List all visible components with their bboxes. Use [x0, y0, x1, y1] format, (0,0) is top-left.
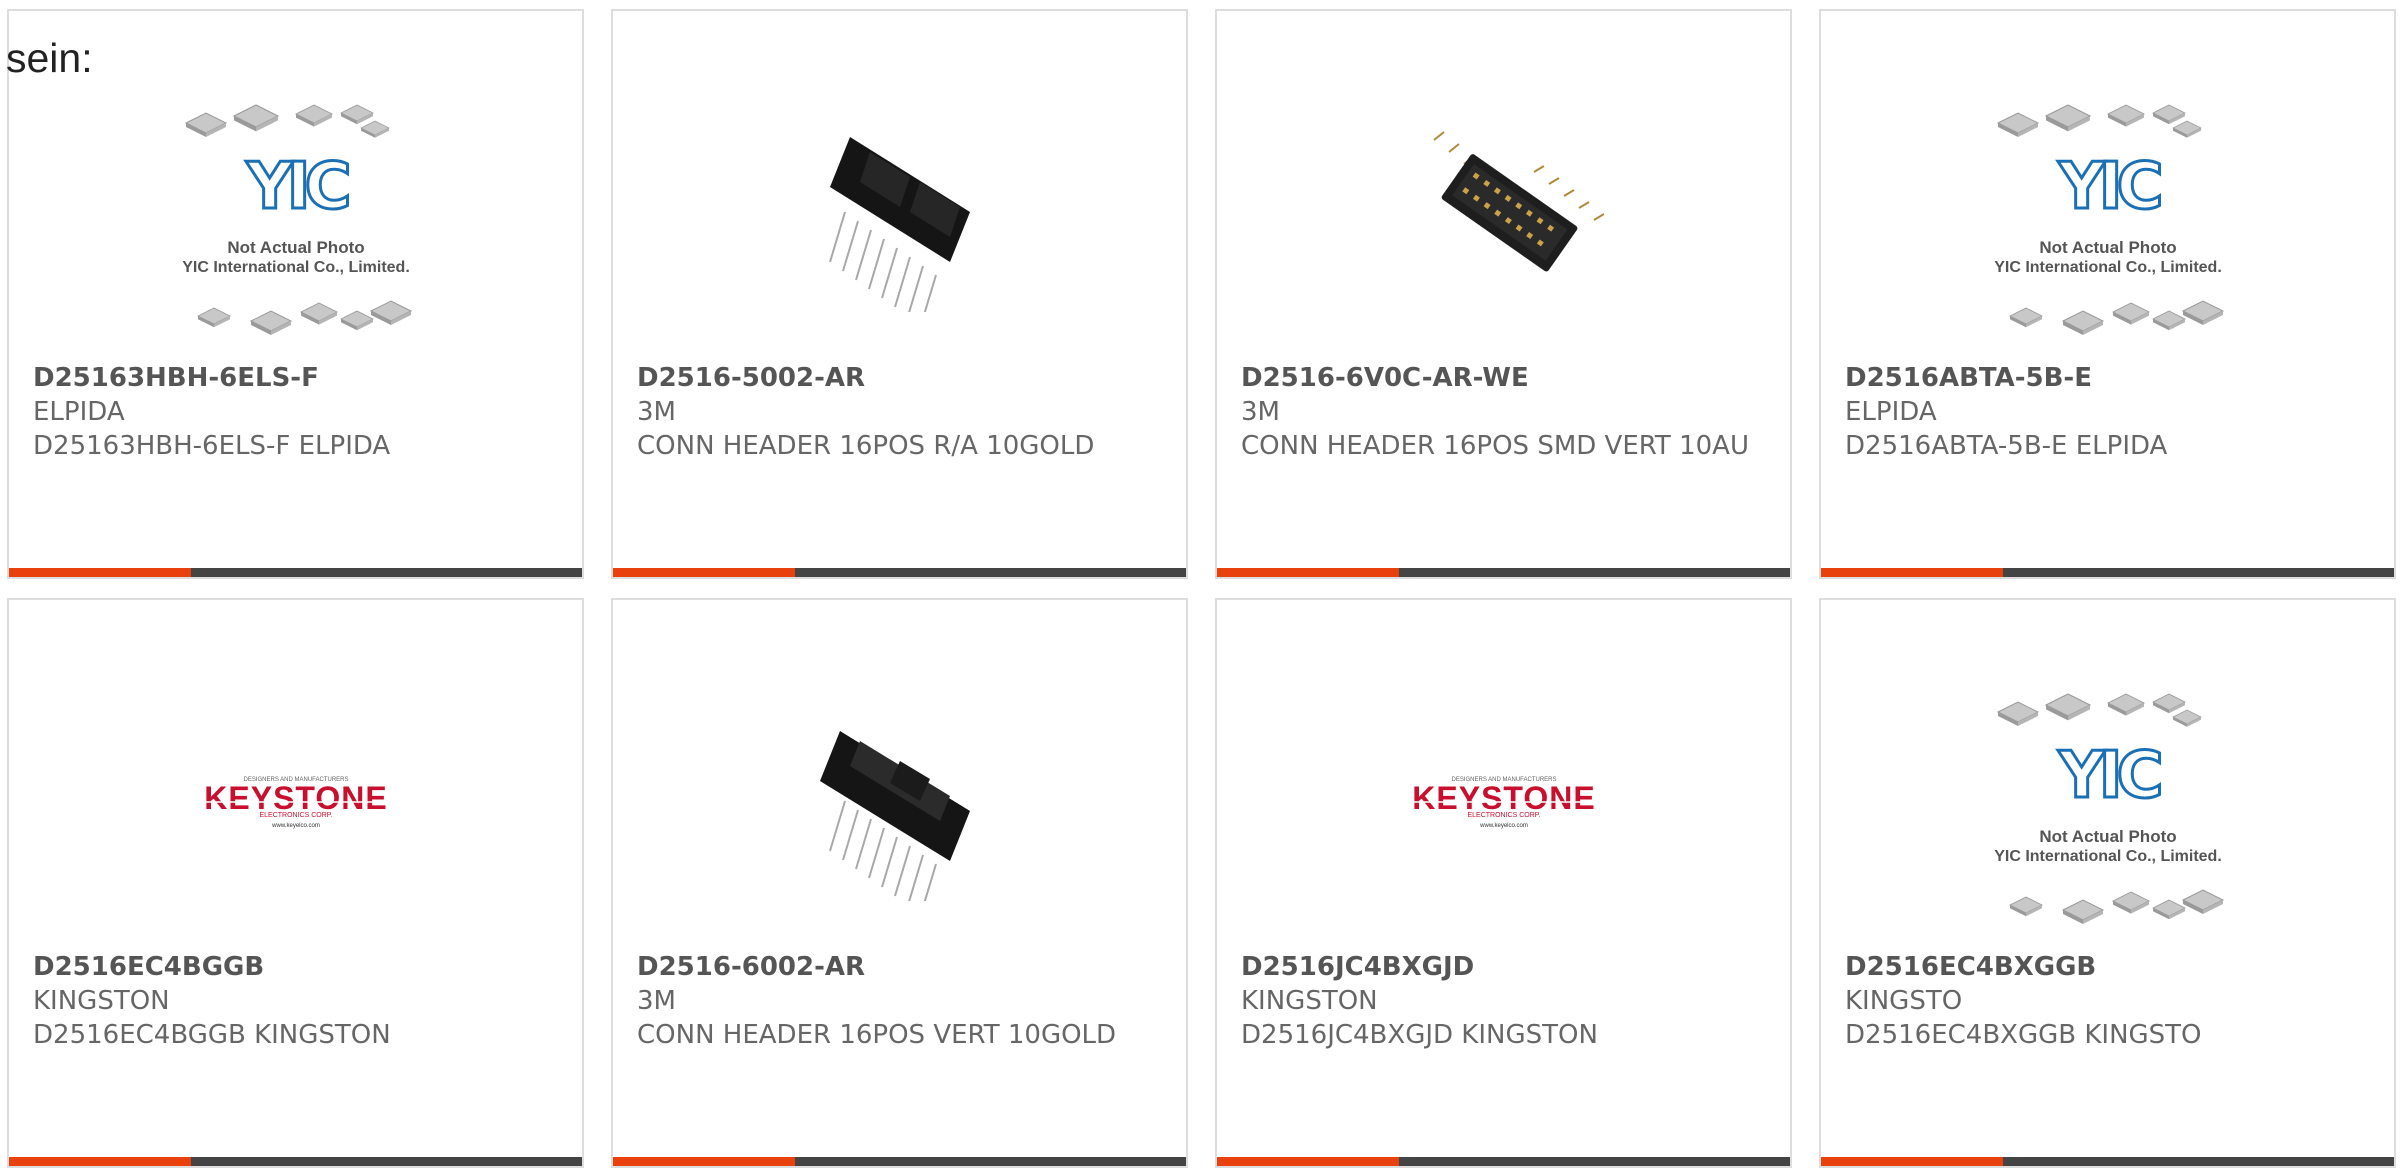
- product-info: D25163HBH-6ELS-F ELPIDA D25163HBH-6ELS-F…: [33, 361, 562, 463]
- keystone-logo-icon: DESIGNERS AND MANUFACTURERS KEYSTONE ELE…: [198, 777, 393, 829]
- description: D2516ABTA-5B-E ELPIDA: [1845, 431, 2168, 461]
- card-bottom-bar: [1217, 568, 1790, 577]
- manufacturer: ELPIDA: [33, 397, 125, 427]
- svg-text:YIC International Co., Limited: YIC International Co., Limited.: [1994, 848, 2222, 865]
- product-image[interactable]: DESIGNERS AND MANUFACTURERS KEYSTONE ELE…: [9, 672, 582, 930]
- manufacturer: 3M: [1241, 397, 1280, 427]
- product-image[interactable]: [613, 672, 1186, 930]
- svg-text:YIC International Co., Limited: YIC International Co., Limited.: [1994, 259, 2222, 276]
- yic-placeholder-icon: YIC Not Actual Photo YIC International C…: [1994, 693, 2224, 924]
- svg-text:YIC: YIC: [2057, 150, 2159, 224]
- manufacturer: 3M: [637, 397, 676, 427]
- product-image[interactable]: YIC Not Actual Photo YIC International C…: [1821, 672, 2394, 930]
- product-card[interactable]: DESIGNERS AND MANUFACTURERS KEYSTONE ELE…: [7, 598, 584, 1168]
- part-number[interactable]: D2516ABTA-5B-E: [1845, 361, 2374, 395]
- product-info: D2516-5002-AR 3M CONN HEADER 16POS R/A 1…: [637, 361, 1166, 463]
- svg-text:YIC International Co., Limited: YIC International Co., Limited.: [182, 259, 410, 276]
- part-number[interactable]: D25163HBH-6ELS-F: [33, 361, 562, 395]
- card-bottom-bar: [613, 1157, 1186, 1166]
- product-card[interactable]: D2516-6002-AR 3M CONN HEADER 16POS VERT …: [611, 598, 1188, 1168]
- description: CONN HEADER 16POS VERT 10GOLD: [637, 1020, 1117, 1050]
- product-image[interactable]: YIC Not Actual Photo YIC International C…: [1821, 83, 2394, 341]
- svg-text:YIC: YIC: [245, 150, 347, 224]
- description: D2516EC4BXGGB KINGSTO: [1845, 1020, 2202, 1050]
- description: CONN HEADER 16POS SMD VERT 10AU: [1241, 431, 1749, 461]
- part-number[interactable]: D2516-6V0C-AR-WE: [1241, 361, 1770, 395]
- page-label: sein:: [6, 35, 93, 81]
- product-info: D2516EC4BXGGB KINGSTO D2516EC4BXGGB KING…: [1845, 950, 2374, 1052]
- product-image[interactable]: YIC Not Actual Photo YIC International C…: [9, 83, 582, 341]
- product-info: D2516EC4BGGB KINGSTON D2516EC4BGGB KINGS…: [33, 950, 562, 1052]
- svg-text:Not Actual Photo: Not Actual Photo: [227, 238, 364, 257]
- card-bottom-bar: [613, 568, 1186, 577]
- product-image[interactable]: DESIGNERS AND MANUFACTURERS KEYSTONE ELE…: [1217, 672, 1790, 930]
- svg-text:www.keyelco.com: www.keyelco.com: [1479, 823, 1528, 829]
- part-number[interactable]: D2516EC4BXGGB: [1845, 950, 2374, 984]
- manufacturer: 3M: [637, 986, 676, 1016]
- manufacturer: KINGSTO: [1845, 986, 1963, 1016]
- manufacturer: KINGSTON: [1241, 986, 1378, 1016]
- svg-text:YIC: YIC: [2057, 739, 2159, 813]
- product-image[interactable]: [1217, 83, 1790, 341]
- description: D2516JC4BXGJD KINGSTON: [1241, 1020, 1598, 1050]
- product-card[interactable]: YIC Not Actual Photo YIC International C…: [7, 9, 584, 579]
- keystone-logo-icon: DESIGNERS AND MANUFACTURERS KEYSTONE ELE…: [1406, 777, 1601, 829]
- product-card[interactable]: D2516-6V0C-AR-WE 3M CONN HEADER 16POS SM…: [1215, 9, 1792, 579]
- product-info: D2516-6V0C-AR-WE 3M CONN HEADER 16POS SM…: [1241, 361, 1770, 463]
- product-info: D2516JC4BXGJD KINGSTON D2516JC4BXGJD KIN…: [1241, 950, 1770, 1052]
- product-card[interactable]: D2516-5002-AR 3M CONN HEADER 16POS R/A 1…: [611, 9, 1188, 579]
- card-bottom-bar: [9, 568, 582, 577]
- manufacturer: ELPIDA: [1845, 397, 1937, 427]
- description: D25163HBH-6ELS-F ELPIDA: [33, 431, 391, 461]
- connector-header-photo-icon: [828, 137, 970, 312]
- product-image[interactable]: [613, 83, 1186, 341]
- card-bottom-bar: [1217, 1157, 1790, 1166]
- card-bottom-bar: [9, 1157, 582, 1166]
- svg-text:ELECTRONICS CORP.: ELECTRONICS CORP.: [259, 812, 332, 819]
- svg-text:www.keyelco.com: www.keyelco.com: [271, 823, 320, 829]
- svg-text:ELECTRONICS CORP.: ELECTRONICS CORP.: [1467, 812, 1540, 819]
- connector-header-photo-icon: [819, 731, 970, 901]
- part-number[interactable]: D2516EC4BGGB: [33, 950, 562, 984]
- yic-placeholder-icon: YIC Not Actual Photo YIC International C…: [182, 104, 412, 335]
- description: CONN HEADER 16POS R/A 10GOLD: [637, 431, 1095, 461]
- svg-text:Not Actual Photo: Not Actual Photo: [2039, 827, 2176, 846]
- description: D2516EC4BGGB KINGSTON: [33, 1020, 391, 1050]
- part-number[interactable]: D2516JC4BXGJD: [1241, 950, 1770, 984]
- svg-text:KEYSTONE: KEYSTONE: [1412, 780, 1595, 816]
- product-card[interactable]: DESIGNERS AND MANUFACTURERS KEYSTONE ELE…: [1215, 598, 1792, 1168]
- connector-header-photo-icon: [1432, 131, 1604, 272]
- svg-text:KEYSTONE: KEYSTONE: [204, 780, 387, 816]
- part-number[interactable]: D2516-6002-AR: [637, 950, 1166, 984]
- part-number[interactable]: D2516-5002-AR: [637, 361, 1166, 395]
- product-info: D2516ABTA-5B-E ELPIDA D2516ABTA-5B-E ELP…: [1845, 361, 2374, 463]
- product-card[interactable]: YIC Not Actual Photo YIC International C…: [1819, 598, 2396, 1168]
- manufacturer: KINGSTON: [33, 986, 170, 1016]
- card-bottom-bar: [1821, 568, 2394, 577]
- yic-placeholder-icon: YIC Not Actual Photo YIC International C…: [1994, 104, 2224, 335]
- card-bottom-bar: [1821, 1157, 2394, 1166]
- product-card[interactable]: YIC Not Actual Photo YIC International C…: [1819, 9, 2396, 579]
- product-info: D2516-6002-AR 3M CONN HEADER 16POS VERT …: [637, 950, 1166, 1052]
- svg-text:Not Actual Photo: Not Actual Photo: [2039, 238, 2176, 257]
